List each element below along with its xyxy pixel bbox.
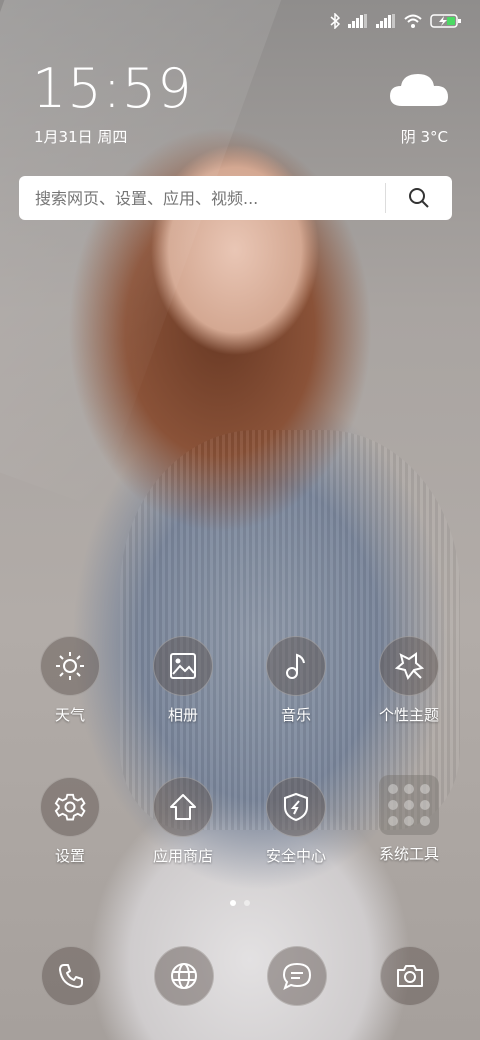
app-label: 设置: [54, 847, 85, 865]
app-system-tools[interactable]: 系统工具: [364, 775, 454, 864]
dock-messages[interactable]: [267, 946, 327, 1006]
battery-charging-icon: [430, 14, 461, 28]
page-dot-active[interactable]: [230, 900, 236, 906]
search-bar[interactable]: [19, 176, 452, 220]
search-icon: [409, 188, 429, 208]
app-label: 音乐: [280, 706, 311, 724]
page-indicator: [0, 900, 480, 906]
app-store[interactable]: 应用商店: [138, 777, 228, 866]
app-icon-bg: [153, 777, 213, 837]
clock-time[interactable]: 15:59: [32, 58, 193, 120]
app-label: 天气: [54, 706, 85, 724]
sun-icon: [56, 652, 84, 680]
signal-icon: [348, 14, 367, 28]
clock-date[interactable]: 1月31日 周四: [34, 126, 127, 147]
camera-icon: [397, 965, 423, 987]
music-note-icon: [286, 653, 305, 679]
status-bar: [330, 10, 462, 32]
app-label: 系统工具: [378, 845, 439, 863]
search-input[interactable]: [19, 187, 385, 209]
gallery-icon: [170, 653, 196, 679]
wallpaper-shirt: [120, 430, 460, 830]
theme-icon: [394, 652, 424, 681]
app-icon-bg: [40, 777, 100, 837]
app-icon-bg: [379, 636, 439, 696]
app-icon-bg: [40, 636, 100, 696]
app-label: 安全中心: [265, 847, 326, 865]
gear-icon: [54, 793, 86, 821]
app-label: 应用商店: [152, 847, 213, 865]
page-dot[interactable]: [244, 900, 250, 906]
folder-icon: [379, 775, 439, 835]
messages-icon: [282, 962, 312, 990]
app-themes[interactable]: 个性主题: [364, 636, 454, 725]
app-icon-bg: [266, 636, 326, 696]
wifi-icon: [404, 14, 422, 28]
dock-phone[interactable]: [41, 946, 101, 1006]
signal-icon: [376, 14, 395, 28]
app-icon-bg: [266, 777, 326, 837]
dock-browser[interactable]: [154, 946, 214, 1006]
search-button[interactable]: [386, 176, 452, 220]
phone-icon: [59, 964, 83, 988]
wallpaper: [0, 0, 480, 1040]
app-icon-bg: [153, 636, 213, 696]
app-weather[interactable]: 天气: [25, 636, 115, 725]
app-settings[interactable]: 设置: [25, 777, 115, 866]
store-icon: [170, 794, 196, 820]
browser-icon: [171, 963, 197, 989]
bluetooth-icon: [330, 13, 340, 29]
app-gallery[interactable]: 相册: [138, 636, 228, 725]
shield-icon: [284, 792, 308, 822]
weather-text[interactable]: 阴 3°C: [401, 126, 448, 147]
app-music[interactable]: 音乐: [251, 636, 341, 725]
cloud-icon[interactable]: [388, 66, 450, 110]
dock-camera[interactable]: [380, 946, 440, 1006]
app-label: 个性主题: [378, 706, 439, 724]
app-security[interactable]: 安全中心: [251, 777, 341, 866]
app-label: 相册: [167, 706, 198, 724]
